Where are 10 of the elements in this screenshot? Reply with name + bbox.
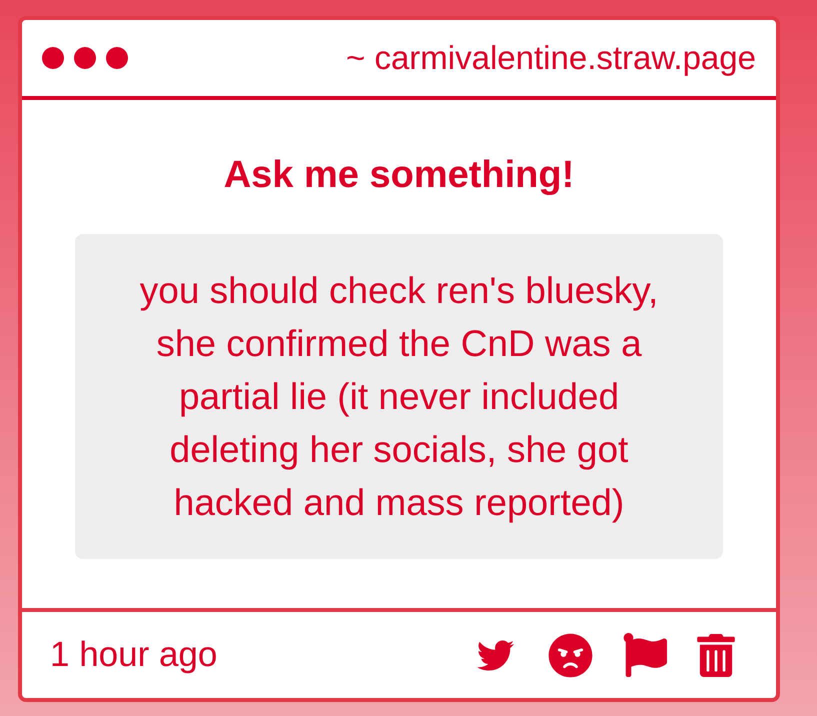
trash-icon[interactable] bbox=[697, 634, 735, 676]
page-address: ~ carmivalentine.straw.page bbox=[346, 39, 756, 77]
timestamp: 1 hour ago bbox=[50, 635, 218, 675]
dot-icon bbox=[42, 47, 64, 69]
dot-icon bbox=[74, 47, 96, 69]
dot-icon bbox=[106, 47, 128, 69]
flag-icon[interactable] bbox=[623, 633, 667, 677]
prompt-title: Ask me something! bbox=[224, 153, 574, 198]
question-text: you should check ren's bluesky, she confirmed the CnD was a partial lie (it never included deleting her socials, she got hacked and mass reported) bbox=[75, 234, 723, 559]
angry-face-icon[interactable] bbox=[548, 632, 593, 678]
